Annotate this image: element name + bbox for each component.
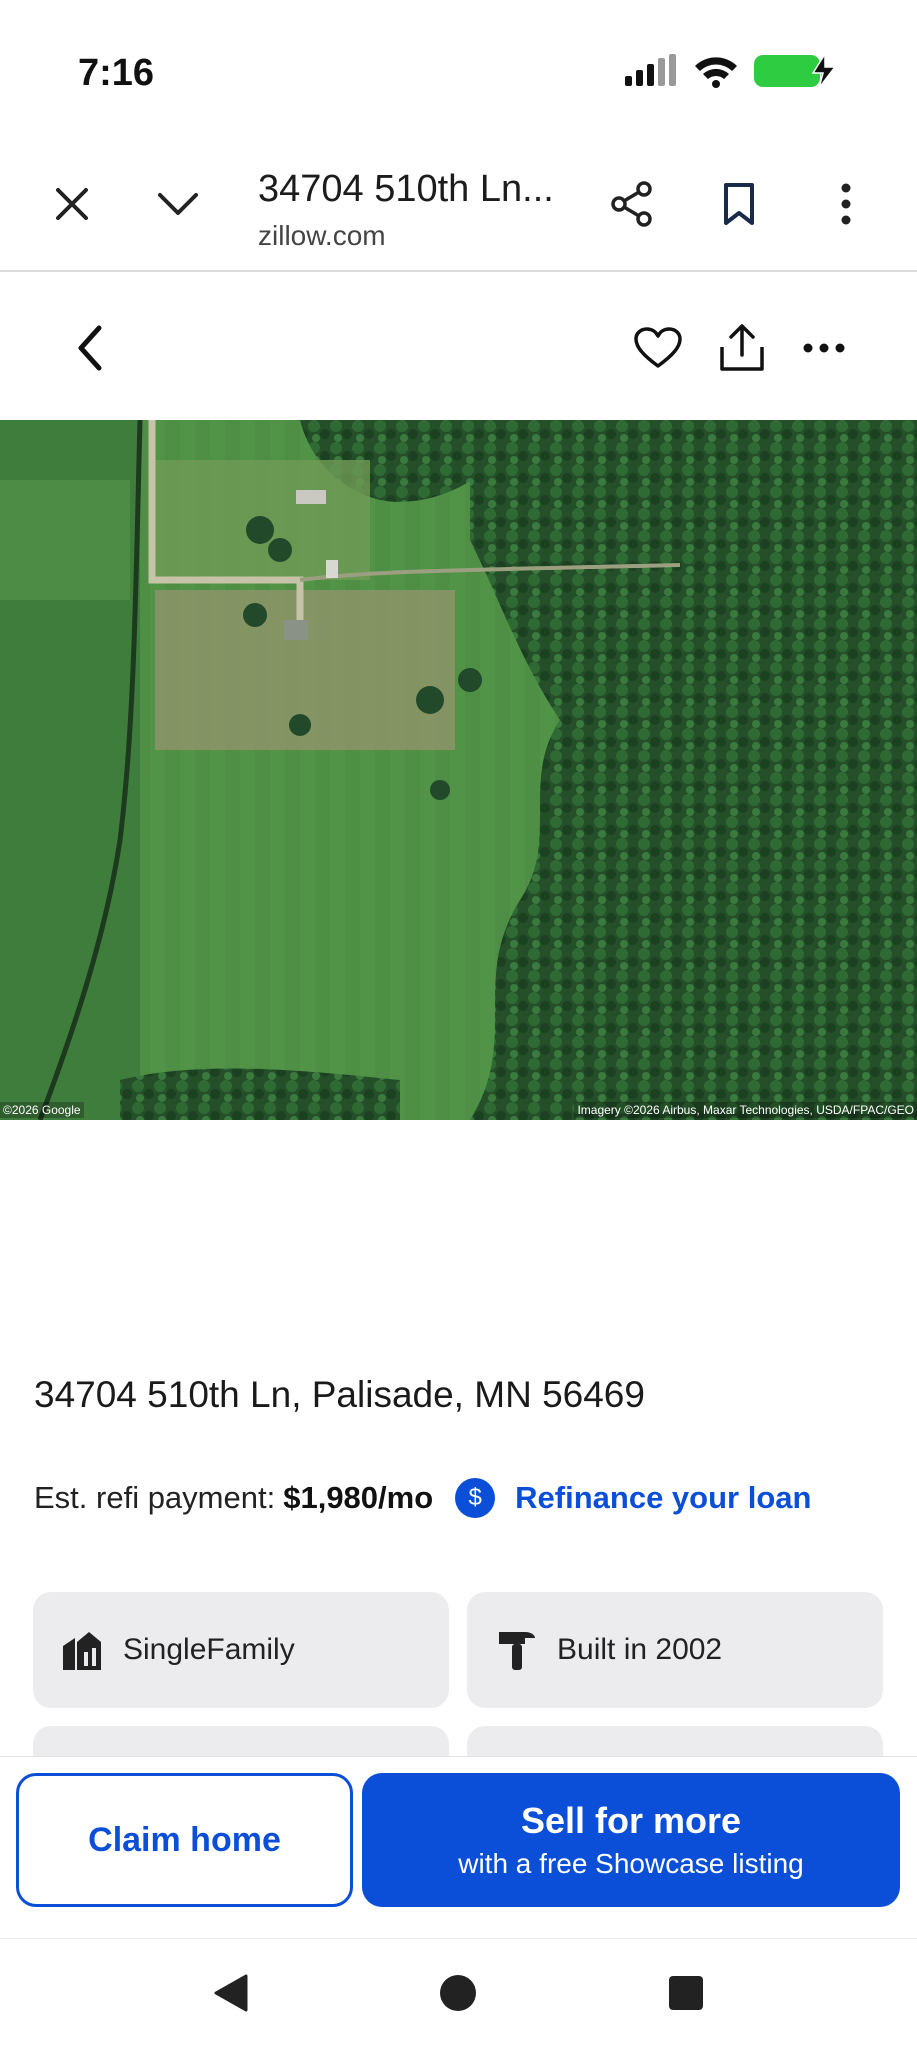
refi-payment-row: Est. refi payment: $1,980/mo $ Refinance…: [34, 1478, 811, 1518]
fact-label-year-built: Built in 2002: [557, 1633, 723, 1666]
sell-button-subtitle: with a free Showcase listing: [458, 1848, 804, 1879]
status-icons: [623, 51, 839, 95]
browser-page-title[interactable]: 34704 510th Ln...: [258, 168, 554, 211]
more-horizontal-icon[interactable]: [792, 316, 856, 380]
signal-icon: [623, 54, 679, 93]
bookmark-icon[interactable]: [707, 172, 771, 236]
fact-label-home-type: SingleFamily: [123, 1633, 295, 1666]
wifi-icon: [693, 54, 739, 93]
fact-card-partial: [33, 1726, 449, 1756]
more-vertical-icon[interactable]: [814, 172, 878, 236]
fact-card-partial: [467, 1726, 883, 1756]
upload-share-icon[interactable]: [710, 316, 774, 380]
bottom-action-bar: Claim home Sell for more with a free Sho…: [0, 1756, 917, 1938]
nav-back-icon[interactable]: [202, 1965, 258, 2021]
fact-card-home-type: SingleFamily: [33, 1592, 449, 1708]
browser-domain[interactable]: zillow.com: [258, 220, 386, 252]
status-time: 7:16: [78, 52, 155, 94]
satellite-map[interactable]: ©2026 Google Imagery ©2026 Airbus, Maxar…: [0, 420, 917, 1120]
property-address: 34704 510th Ln, Palisade, MN 56469: [34, 1374, 645, 1415]
fact-card-year-built: Built in 2002: [467, 1592, 883, 1708]
map-credit-google: ©2026 Google: [0, 1102, 84, 1118]
refinance-link[interactable]: Refinance your loan: [515, 1480, 811, 1516]
heart-icon[interactable]: [626, 316, 690, 380]
hammer-icon: [495, 1628, 539, 1672]
sell-for-more-button[interactable]: Sell for more with a free Showcase listi…: [362, 1773, 900, 1907]
map-credit-imagery: Imagery ©2026 Airbus, Maxar Technologies…: [574, 1102, 917, 1118]
status-bar: 7:16: [0, 0, 917, 140]
sell-button-title: Sell for more: [520, 1800, 742, 1841]
chevron-down-icon[interactable]: [146, 172, 210, 236]
share-icon[interactable]: [600, 172, 664, 236]
nav-home-icon[interactable]: [430, 1965, 486, 2021]
refi-value: $1,980/mo: [283, 1480, 434, 1515]
back-icon[interactable]: [58, 316, 122, 380]
system-nav-bar: [0, 1938, 917, 2046]
close-icon[interactable]: [40, 172, 104, 236]
listing-header: [0, 272, 917, 420]
refi-label: Est. refi payment:: [34, 1480, 276, 1515]
home-type-icon: [61, 1628, 105, 1672]
dollar-icon: $: [455, 1478, 496, 1518]
claim-home-button[interactable]: Claim home: [16, 1773, 353, 1907]
browser-toolbar: 34704 510th Ln... zillow.com: [0, 140, 917, 272]
nav-recents-icon[interactable]: [658, 1965, 714, 2021]
battery-charging-icon: [753, 51, 839, 95]
satellite-image: [0, 420, 917, 1120]
